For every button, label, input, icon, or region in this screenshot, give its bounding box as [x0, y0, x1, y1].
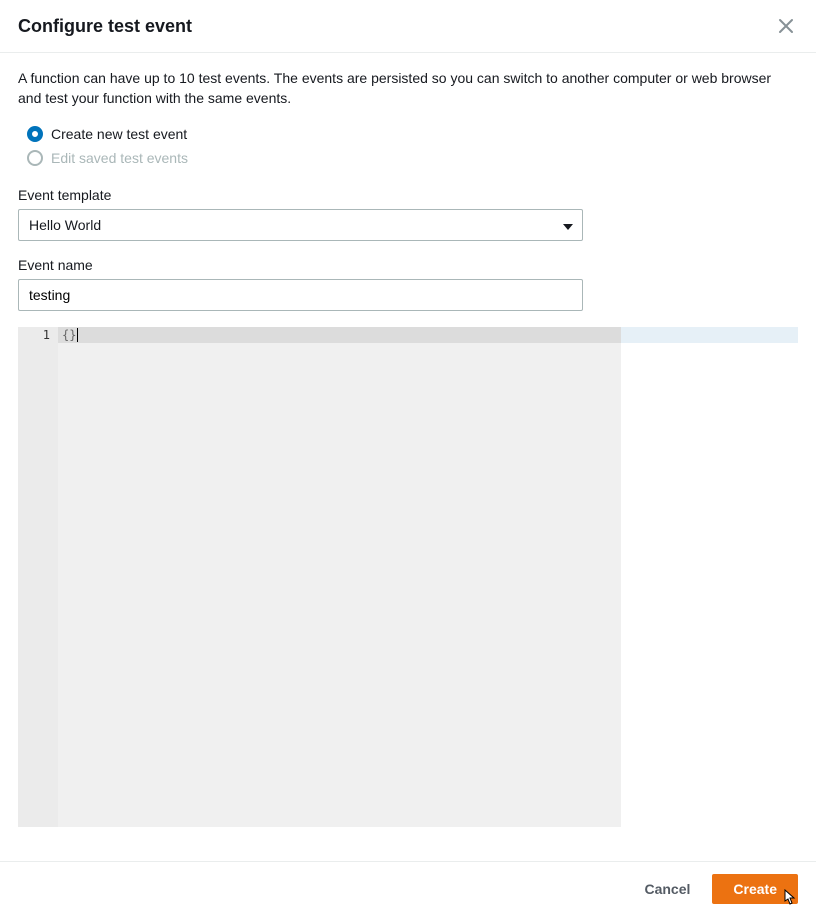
event-name-input[interactable] [18, 279, 583, 311]
editor-gutter: 1 [18, 327, 58, 827]
intro-text: A function can have up to 10 test events… [18, 69, 798, 108]
event-mode-radio-group: Create new test event Edit saved test ev… [18, 122, 798, 170]
create-button[interactable]: Create [712, 874, 798, 904]
radio-edit-label: Edit saved test events [51, 149, 188, 167]
close-icon [778, 18, 794, 34]
radio-icon [27, 150, 43, 166]
editor-margin [621, 327, 798, 827]
modal-header: Configure test event [0, 0, 816, 53]
editor-code-area[interactable]: {} [58, 327, 621, 827]
event-name-label: Event name [18, 257, 798, 273]
modal-footer: Cancel Create [0, 861, 816, 916]
cancel-button[interactable]: Cancel [644, 875, 690, 903]
event-template-value: Hello World [29, 217, 101, 233]
code-line: {} [58, 327, 621, 343]
text-cursor-icon [77, 328, 78, 342]
radio-edit-saved: Edit saved test events [18, 146, 798, 170]
radio-create-new[interactable]: Create new test event [18, 122, 798, 146]
event-template-select[interactable]: Hello World [18, 209, 583, 241]
event-template-select-wrap: Hello World [18, 209, 583, 241]
event-template-label: Event template [18, 187, 798, 203]
close-button[interactable] [774, 14, 798, 38]
radio-icon [27, 126, 43, 142]
line-number: 1 [18, 327, 50, 343]
modal-title: Configure test event [18, 16, 192, 37]
modal-body: A function can have up to 10 test events… [0, 53, 816, 845]
code-editor[interactable]: 1 {} [18, 327, 798, 827]
radio-create-label: Create new test event [51, 125, 187, 143]
